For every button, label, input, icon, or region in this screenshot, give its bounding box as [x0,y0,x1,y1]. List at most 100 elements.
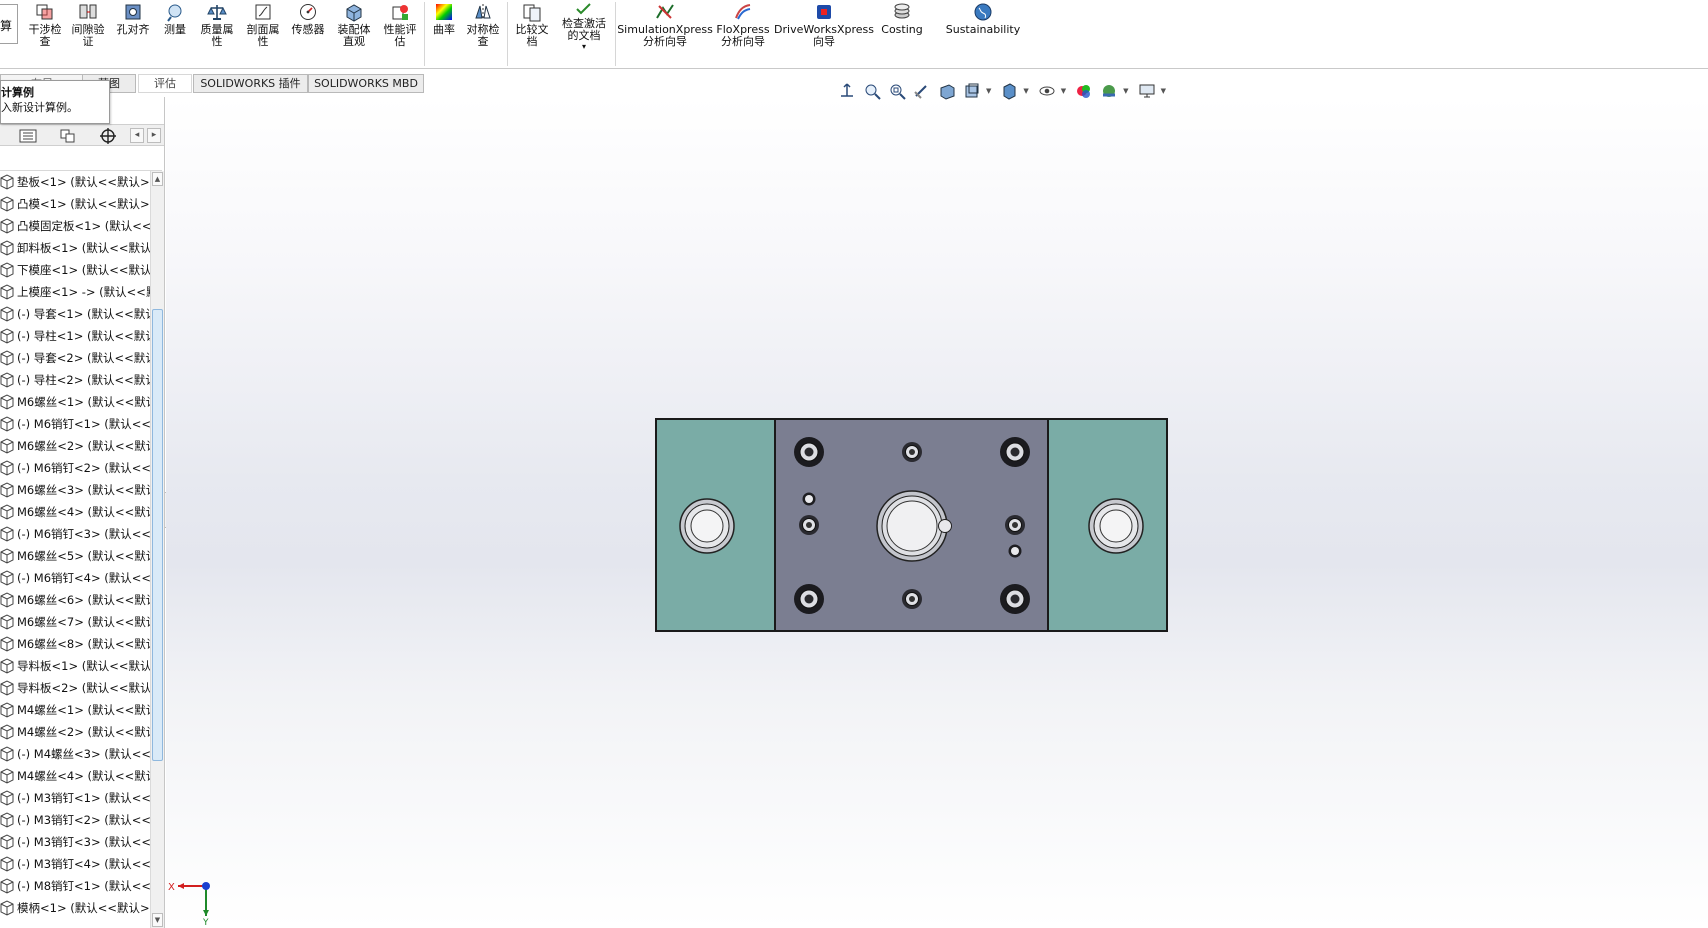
tree-item-label: 垫板<1> (默认<<默认> [17,175,150,189]
tab-solidworks-mbd-label: SOLIDWORKS MBD [314,77,418,90]
chevron-right-icon: ▸ [151,130,157,140]
zoom-to-area-icon[interactable] [886,81,908,101]
compare-documents-button[interactable]: 比较文 档 [512,2,552,48]
tree-item[interactable]: (-) M4螺丝<3> (默认<< [0,743,150,765]
scroll-down-icon[interactable]: ▼ [152,913,163,927]
panel-tab-prev[interactable]: ◂ [130,128,144,143]
costing-button[interactable]: Costing [876,2,928,36]
command-manager-ribbon: 算 干涉检 查 间隙验 证 孔对齐 测量 质量属 性 剖面属 性 传感器 装配体… [0,0,1708,69]
costing-icon [892,2,912,22]
measure-icon [165,2,185,22]
gauge-icon [298,2,318,22]
apply-scene-icon[interactable] [1098,81,1120,101]
tree-item[interactable]: 导料板<2> (默认<<默认 [0,677,150,699]
tree-item[interactable]: (-) M3销钉<4> (默认<< [0,853,150,875]
partial-left-tool[interactable]: 算 [0,4,18,44]
panel-tab-next[interactable]: ▸ [147,128,161,143]
floxpress-button[interactable]: FloXpress 分析向导 [714,2,772,48]
tree-item[interactable]: 模柄<1> (默认<<默认> [0,897,150,919]
view-orientation-icon[interactable] [961,81,983,101]
tree-scrollbar[interactable]: ▲ ▼ [150,171,164,928]
tree-item-label: 导料板<1> (默认<<默认 [17,659,150,673]
propertymanager-tab[interactable] [54,127,82,144]
tree-item[interactable]: (-) 导柱<2> (默认<<默认 [0,369,150,391]
tree-item[interactable]: (-) M6销钉<2> (默认<< [0,457,150,479]
scroll-up-icon[interactable]: ▲ [152,172,163,186]
previous-view-icon[interactable] [911,81,933,101]
hole-align-button[interactable]: 孔对齐 [113,2,153,36]
ribbon-separator [424,2,425,66]
section-properties-button[interactable]: 剖面属 性 [243,2,283,48]
tab-evaluate[interactable]: 评估 [138,74,192,93]
performance-evaluation-button[interactable]: 性能评 估 [380,2,420,48]
tree-item[interactable]: 凸模<1> (默认<<默认> [0,193,150,215]
hide-show-items-icon[interactable] [1036,81,1058,101]
zoom-to-fit-icon[interactable] [861,81,883,101]
view-orientation-arrows-icon[interactable] [836,81,858,101]
chevron-down-icon[interactable]: ▼ [1161,87,1166,95]
tree-item[interactable]: M6螺丝<7> (默认<<默认 [0,611,150,633]
tree-item[interactable]: M6螺丝<4> (默认<<默认 [0,501,150,523]
tree-item[interactable]: (-) M8销钉<1> (默认<< [0,875,150,897]
tooltip-body: 入新设计算例。 [1,101,78,114]
tree-item[interactable]: 垫板<1> (默认<<默认> [0,171,150,193]
assembly-visualization-button[interactable]: 装配体 直观 [334,2,374,48]
interference-check-button[interactable]: 干涉检 查 [25,2,65,48]
scroll-thumb[interactable] [152,309,163,761]
tree-item[interactable]: 下模座<1> (默认<<默认 [0,259,150,281]
tab-solidworks-addins[interactable]: SOLIDWORKS 插件 [193,74,308,93]
chevron-down-icon[interactable]: ▼ [1023,87,1028,95]
tree-item[interactable]: M6螺丝<3> (默认<<默认 [0,479,150,501]
tree-item[interactable]: 导料板<1> (默认<<默认 [0,655,150,677]
tree-filter[interactable] [0,147,162,171]
tree-item[interactable]: M6螺丝<8> (默认<<默认 [0,633,150,655]
die-assembly-top-view[interactable] [655,418,1169,633]
compare-documents-label: 比较文 档 [515,23,549,48]
tree-item[interactable]: M6螺丝<6> (默认<<默认 [0,589,150,611]
tree-item[interactable]: M4螺丝<2> (默认<<默认 [0,721,150,743]
chevron-down-icon[interactable]: ▼ [986,87,991,95]
edit-appearance-icon[interactable] [1073,81,1095,101]
configurationmanager-tab[interactable] [94,127,122,144]
tree-item[interactable]: 卸料板<1> (默认<<默认 [0,237,150,259]
tree-item[interactable]: 上模座<1> -> (默认<<默 [0,281,150,303]
clearance-verify-button[interactable]: 间隙验 证 [68,2,108,48]
symmetry-check-button[interactable]: 对称检 查 [463,2,503,48]
tree-item[interactable]: 凸模固定板<1> (默认<< [0,215,150,237]
tree-item[interactable]: (-) M3销钉<3> (默认<< [0,831,150,853]
section-view-icon[interactable] [936,81,958,101]
tree-item[interactable]: (-) M3销钉<1> (默认<< [0,787,150,809]
curvature-button[interactable]: 曲率 [429,2,459,36]
tab-solidworks-mbd[interactable]: SOLIDWORKS MBD [308,74,424,93]
sustainability-button[interactable]: Sustainability [945,2,1021,36]
tree-item[interactable]: M6螺丝<2> (默认<<默认 [0,435,150,457]
view-settings-icon[interactable] [1136,81,1158,101]
measure-button[interactable]: 测量 [157,2,193,36]
sustainability-label: Sustainability [945,23,1021,36]
tree-item[interactable]: (-) 导套<1> (默认<<默认 [0,303,150,325]
simulationxpress-button[interactable]: SimulationXpress 分析向导 [617,2,713,48]
driveworksxpress-button[interactable]: DriveWorksXpress 向导 [774,2,874,48]
coordinate-triad: X Y [168,882,210,926]
check-active-document-button[interactable]: 检查激活 的文档 ▾ [556,2,612,51]
tree-item[interactable]: M6螺丝<5> (默认<<默认 [0,545,150,567]
part-icon [0,724,14,740]
display-style-icon[interactable] [998,81,1020,101]
tree-item-label: (-) 导套<1> (默认<<默认 [17,307,150,321]
part-icon [0,614,14,630]
part-icon [0,592,14,608]
featuremanager-tab[interactable] [14,127,42,144]
tree-item[interactable]: (-) M6销钉<4> (默认<< [0,567,150,589]
tree-item[interactable]: M6螺丝<1> (默认<<默认 [0,391,150,413]
sensor-button[interactable]: 传感器 [288,2,328,36]
chevron-down-icon[interactable]: ▼ [1061,87,1066,95]
tree-item[interactable]: (-) 导柱<1> (默认<<默认 [0,325,150,347]
tree-item[interactable]: (-) M6销钉<1> (默认<< [0,413,150,435]
tree-item[interactable]: (-) 导套<2> (默认<<默认 [0,347,150,369]
tree-item[interactable]: M4螺丝<1> (默认<<默认 [0,699,150,721]
tree-item[interactable]: (-) M3销钉<2> (默认<< [0,809,150,831]
chevron-down-icon[interactable]: ▼ [1123,87,1128,95]
tree-item[interactable]: M4螺丝<4> (默认<<默认 [0,765,150,787]
mass-properties-button[interactable]: 质量属 性 [197,2,237,48]
tree-item[interactable]: (-) M6销钉<3> (默认<< [0,523,150,545]
